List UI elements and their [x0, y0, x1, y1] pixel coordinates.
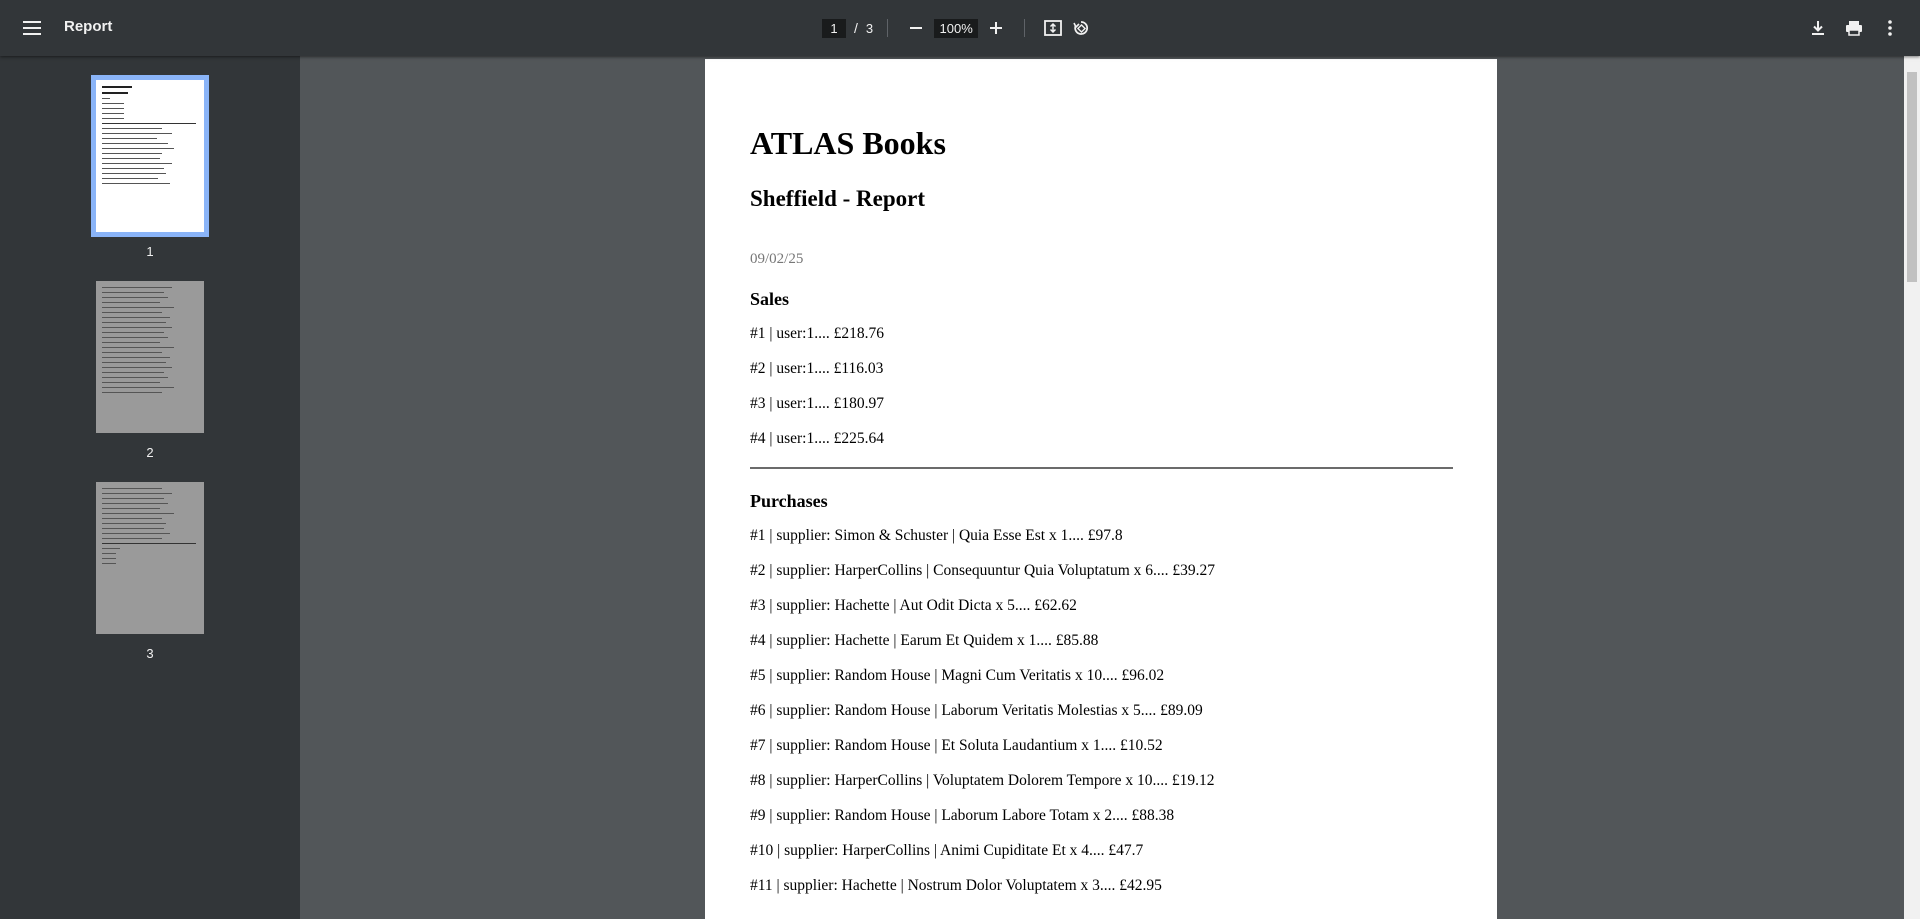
thumbnail-content [102, 86, 196, 188]
menu-icon[interactable] [16, 14, 48, 42]
print-icon [1846, 21, 1862, 36]
rotate-button[interactable] [1067, 14, 1095, 42]
purchase-line: #6 | supplier: Random House | Laborum Ve… [750, 702, 1203, 719]
rotate-icon [1073, 21, 1089, 35]
plus-icon [990, 22, 1003, 34]
purchases-heading: Purchases [750, 491, 828, 511]
thumbnail-content [102, 488, 196, 568]
sales-heading: Sales [750, 289, 790, 309]
purchase-line: #8 | supplier: HarperCollins | Voluptate… [750, 772, 1215, 789]
fit-to-page-button[interactable] [1039, 14, 1067, 42]
page-thumbnail-3[interactable] [96, 482, 204, 634]
purchase-line: #3 | supplier: Hachette | Aut Odit Dicta… [750, 597, 1077, 614]
toolbar-actions [1804, 14, 1904, 42]
page-thumbnail-2[interactable] [96, 281, 204, 433]
purchase-line: #4 | supplier: Hachette | Earum Et Quide… [750, 632, 1099, 649]
report-title: ATLAS Books [750, 125, 946, 161]
toolbar-divider [1024, 19, 1026, 37]
zoom-in-button[interactable] [982, 14, 1010, 42]
sales-line: #1 | user:1.... £218.76 [750, 325, 884, 342]
scrollbar-thumb[interactable] [1907, 72, 1917, 282]
page-thumbnail-1[interactable] [91, 75, 209, 237]
report-subtitle: Sheffield - Report [750, 186, 926, 211]
report-date: 09/02/25 [750, 251, 804, 267]
sales-line: #3 | user:1.... £180.97 [750, 395, 884, 412]
page-separator: / [854, 20, 858, 36]
minus-icon [910, 27, 923, 29]
pdf-toolbar: Report / 3 [0, 0, 1920, 56]
purchase-line: #1 | supplier: Simon & Schuster | Quia E… [750, 527, 1123, 544]
purchase-line: #7 | supplier: Random House | Et Soluta … [750, 737, 1163, 754]
more-options-button[interactable] [1876, 14, 1904, 42]
sales-line: #4 | user:1.... £225.64 [750, 430, 884, 447]
purchase-line: #9 | supplier: Random House | Laborum La… [750, 807, 1175, 824]
zoom-input[interactable] [934, 18, 979, 38]
document-title: Report [64, 18, 113, 35]
purchase-line: #5 | supplier: Random House | Magni Cum … [750, 667, 1165, 684]
page-zoom-controls: / 3 [822, 14, 1095, 42]
fit-page-icon [1044, 20, 1063, 36]
thumbnail-number-1: 1 [146, 244, 154, 259]
thumbnail-number-2: 2 [146, 445, 154, 460]
thumbnail-content [102, 287, 190, 397]
total-pages: 3 [865, 20, 874, 36]
sales-line: #2 | user:1.... £116.03 [750, 360, 884, 377]
print-button[interactable] [1840, 14, 1868, 42]
section-divider [750, 467, 1453, 469]
purchase-line: #10 | supplier: HarperCollins | Animi Cu… [750, 842, 1144, 859]
zoom-out-button[interactable] [902, 14, 930, 42]
pdf-page: ATLAS Books Sheffield - Report 09/02/25 … [705, 59, 1497, 919]
page-number-input[interactable] [822, 18, 846, 38]
toolbar-divider [887, 19, 889, 37]
purchase-line: #11 | supplier: Hachette | Nostrum Dolor… [750, 877, 1162, 894]
document-viewer[interactable]: ATLAS Books Sheffield - Report 09/02/25 … [300, 56, 1920, 919]
thumbnail-number-3: 3 [146, 646, 154, 661]
download-icon [1812, 21, 1824, 35]
thumbnail-sidebar: 1 2 3 [0, 56, 300, 919]
download-button[interactable] [1804, 14, 1832, 42]
purchase-line: #2 | supplier: HarperCollins | Consequun… [750, 562, 1216, 579]
more-vert-icon [1888, 20, 1892, 36]
